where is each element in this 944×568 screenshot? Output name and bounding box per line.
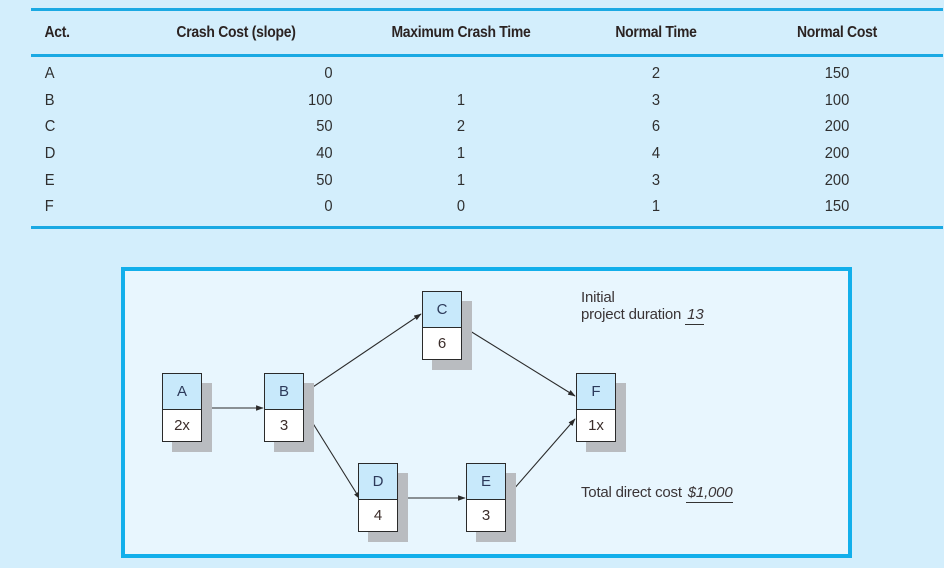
cell-normal-cost: 200 xyxy=(824,118,850,136)
cell-normal-cost: 100 xyxy=(824,91,850,109)
header-normal-cost: Normal Cost xyxy=(797,23,877,41)
cell-max-crash-time xyxy=(351,57,572,88)
cell-max-crash-time: 1 xyxy=(456,171,466,189)
table-header-row: Act. Crash Cost (slope) Maximum Crash Ti… xyxy=(31,11,943,54)
cell-crash-cost: 50 xyxy=(316,118,333,136)
total-cost-label: Total direct cost xyxy=(581,484,682,501)
node-label: B xyxy=(265,374,303,410)
network-diagram-frame: A 2x B 3 C 6 D 4 E 3 F 1x Initial project duration … xyxy=(121,267,852,558)
cell-normal-cost: 200 xyxy=(824,145,850,163)
cell-max-crash-time: 1 xyxy=(456,145,466,163)
cell-normal-cost: 150 xyxy=(824,198,850,216)
node-box: F 1x xyxy=(576,373,616,442)
node-box: C6 xyxy=(422,291,462,360)
cell-normal-time: 1 xyxy=(651,198,661,216)
edge-e-f xyxy=(505,418,576,499)
table-row: D 40 1 4 200 xyxy=(31,141,943,168)
cell-max-crash-time: 2 xyxy=(456,118,466,136)
header-crash-cost: Crash Cost (slope) xyxy=(176,23,296,41)
node-label: C xyxy=(423,292,461,328)
node-label: F xyxy=(577,374,615,410)
header-max-crash-time: Maximum Crash Time xyxy=(391,23,531,41)
node-duration: 3 xyxy=(481,507,491,524)
cell-act: F xyxy=(44,198,54,216)
cell-act: E xyxy=(44,171,55,189)
edge-b-c xyxy=(303,313,422,394)
table-row: B 100 1 3 100 xyxy=(31,88,943,115)
cell-crash-cost: 100 xyxy=(308,91,333,109)
node-label: E xyxy=(467,464,505,500)
node-duration: 4 xyxy=(373,507,383,524)
node-box: B3 xyxy=(264,373,304,442)
cell-act: B xyxy=(44,91,55,109)
cell-normal-time: 2 xyxy=(651,65,661,83)
node-duration: 2x xyxy=(174,417,190,434)
cell-normal-time: 3 xyxy=(651,91,661,109)
table-row: F 0 0 1 150 xyxy=(31,194,943,226)
node-duration: 6 xyxy=(437,335,447,352)
crash-data-table: Act. Crash Cost (slope) Maximum Crash Ti… xyxy=(31,8,943,229)
cell-crash-cost: 0 xyxy=(324,198,333,216)
activity-node-e: E3 xyxy=(466,463,516,542)
header-normal-time: Normal Time xyxy=(615,23,697,41)
cell-normal-cost: 200 xyxy=(824,171,850,189)
node-label: D xyxy=(359,464,397,500)
header-act: Act. xyxy=(44,23,71,41)
cell-normal-time: 3 xyxy=(651,171,661,189)
table-row: A 0 2 150 xyxy=(31,57,943,88)
node-box: E3 xyxy=(466,463,506,532)
cell-max-crash-time: 1 xyxy=(456,91,466,109)
edge-c-f xyxy=(461,325,576,397)
cell-act: A xyxy=(44,65,55,83)
cell-crash-cost: 0 xyxy=(324,65,333,83)
node-box: A 2x xyxy=(162,373,202,442)
cell-crash-cost: 50 xyxy=(316,171,333,189)
node-duration: 1x xyxy=(588,417,604,434)
activity-node-a: A 2x xyxy=(162,373,212,452)
table-bottom-rule xyxy=(31,225,943,229)
cell-normal-cost: 150 xyxy=(824,65,850,83)
total-cost-value: $1,000 xyxy=(685,484,734,503)
node-label: A xyxy=(163,374,201,410)
node-box: D4 xyxy=(358,463,398,532)
cell-act: C xyxy=(44,118,56,136)
table-row: E 50 1 3 200 xyxy=(31,167,943,194)
cell-crash-cost: 40 xyxy=(316,145,333,163)
cell-normal-time: 4 xyxy=(651,145,661,163)
activity-node-d: D4 xyxy=(358,463,408,542)
cell-normal-time: 6 xyxy=(651,118,661,136)
cell-max-crash-time: 0 xyxy=(456,198,466,216)
activity-node-c: C6 xyxy=(422,291,472,370)
table-row: C 50 2 6 200 xyxy=(31,114,943,141)
activity-node-b: B3 xyxy=(264,373,314,452)
total-cost-note: Total direct cost $1,000 xyxy=(581,484,734,503)
project-duration-value: 13 xyxy=(685,306,705,325)
duration-note-line2: project duration xyxy=(581,306,682,323)
project-duration-note: Initial project duration 13 xyxy=(581,289,705,325)
cell-act: D xyxy=(44,145,56,163)
node-duration: 3 xyxy=(279,417,289,434)
duration-note-line1: Initial xyxy=(581,289,615,306)
activity-node-f: F 1x xyxy=(576,373,626,452)
